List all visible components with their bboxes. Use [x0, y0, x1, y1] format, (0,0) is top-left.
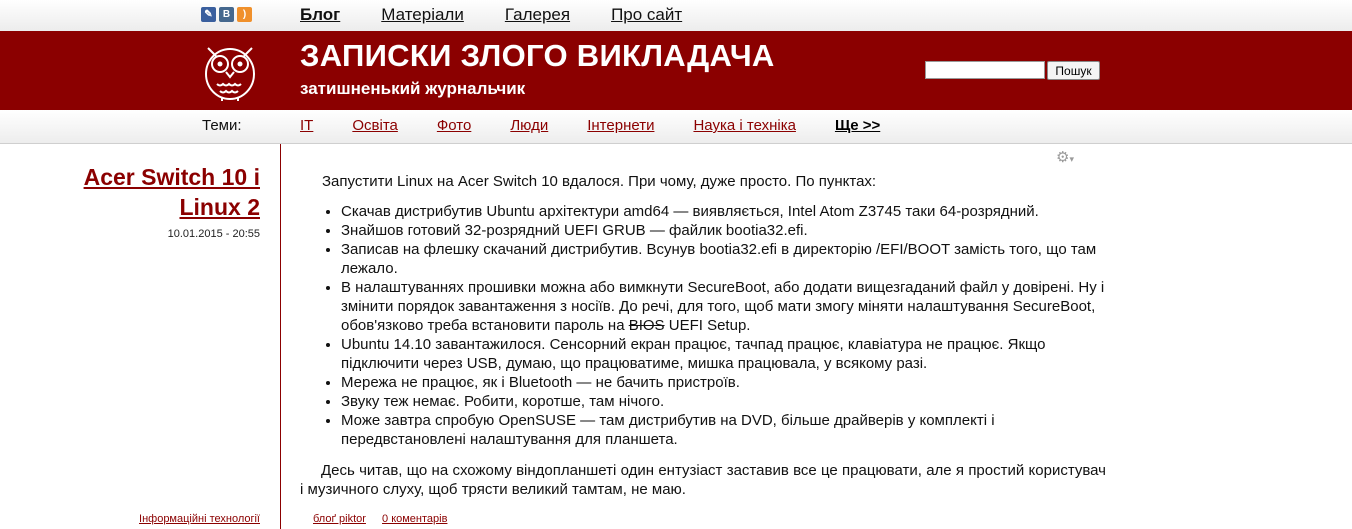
- struck-text: BIOS: [628, 317, 665, 334]
- topics-label: Теми:: [202, 117, 242, 134]
- topics-bar: Теми: IT Освіта Фото Люди Інтернети Наук…: [0, 110, 1352, 144]
- gear-icon[interactable]: ⚙▾: [1056, 148, 1074, 166]
- site-header: ЗАПИСКИ ЗЛОГО ВИКЛАДАЧА затишненький жур…: [0, 31, 1352, 110]
- post-intro: Запустити Linux на Acer Switch 10 вдалос…: [322, 173, 877, 190]
- topic-education[interactable]: Освіта: [352, 117, 398, 134]
- rss-icon[interactable]: ): [237, 7, 252, 22]
- nav-blog[interactable]: Блог: [300, 5, 340, 25]
- owl-logo-icon[interactable]: [200, 40, 260, 102]
- post-title[interactable]: Acer Switch 10 і Linux 2: [40, 162, 260, 222]
- topics-list: IT Освіта Фото Люди Інтернети Наука і те…: [300, 117, 919, 134]
- topic-people[interactable]: Люди: [510, 117, 548, 134]
- list-item: Може завтра спробую OpenSUSE — там дистр…: [341, 411, 1106, 449]
- list-item: Звуку теж немає. Робити, коротше, там ні…: [341, 392, 1106, 411]
- post-sidebar: Acer Switch 10 і Linux 2 10.01.2015 - 20…: [0, 144, 281, 529]
- post-body: Запустити Linux на Acer Switch 10 вдалос…: [300, 172, 1106, 499]
- list-item: Ubuntu 14.10 завантажилося. Сенсорний ек…: [341, 335, 1106, 373]
- list-item-text: UEFI Setup.: [664, 317, 751, 334]
- list-item: Мережа не працює, як і Bluetooth — не ба…: [341, 373, 1106, 392]
- topic-it[interactable]: IT: [300, 117, 313, 134]
- steps-list: Скачав дистрибутив Ubuntu архітектури am…: [300, 202, 1106, 449]
- site-slogan: затишненький журнальчик: [300, 79, 526, 98]
- topic-internets[interactable]: Інтернети: [587, 117, 654, 134]
- post-date: 10.01.2015 - 20:55: [167, 228, 260, 240]
- topics-more-link[interactable]: Ще >>: [835, 117, 880, 134]
- topic-science[interactable]: Наука і техніка: [693, 117, 795, 134]
- list-item: Знайшов готовий 32-розрядний UEFI GRUB —…: [341, 221, 1106, 240]
- author-blog-link[interactable]: блоґ piktor: [313, 513, 366, 525]
- post-closing: Десь читав, що на схожому віндопланшеті …: [300, 462, 1106, 498]
- vk-icon[interactable]: В: [219, 7, 234, 22]
- search-input[interactable]: [925, 61, 1045, 79]
- nav-gallery[interactable]: Галерея: [505, 5, 570, 25]
- site-title[interactable]: ЗАПИСКИ ЗЛОГО ВИКЛАДАЧА: [300, 38, 775, 74]
- top-bar: ✎ В ) Блог Матеріали Галерея Про сайт: [0, 0, 1352, 32]
- comments-link[interactable]: 0 коментарів: [382, 513, 447, 525]
- list-item: Скачав дистрибутив Ubuntu архітектури am…: [341, 202, 1106, 221]
- main-nav: Блог Матеріали Галерея Про сайт: [300, 5, 723, 25]
- list-item: Записав на флешку скачаний дистрибутив. …: [341, 240, 1106, 278]
- nav-materials[interactable]: Матеріали: [381, 5, 464, 25]
- list-item: В налаштуваннях прошивки можна або вимкн…: [341, 278, 1106, 335]
- search-button[interactable]: Пошук: [1047, 61, 1100, 80]
- topic-photo[interactable]: Фото: [437, 117, 471, 134]
- nav-about[interactable]: Про сайт: [611, 5, 682, 25]
- social-icons: ✎ В ): [201, 7, 252, 22]
- post-meta: блоґ piktor 0 коментарів: [313, 513, 460, 525]
- post-category-link[interactable]: Інформаційні технології: [139, 513, 260, 525]
- livejournal-icon[interactable]: ✎: [201, 7, 216, 22]
